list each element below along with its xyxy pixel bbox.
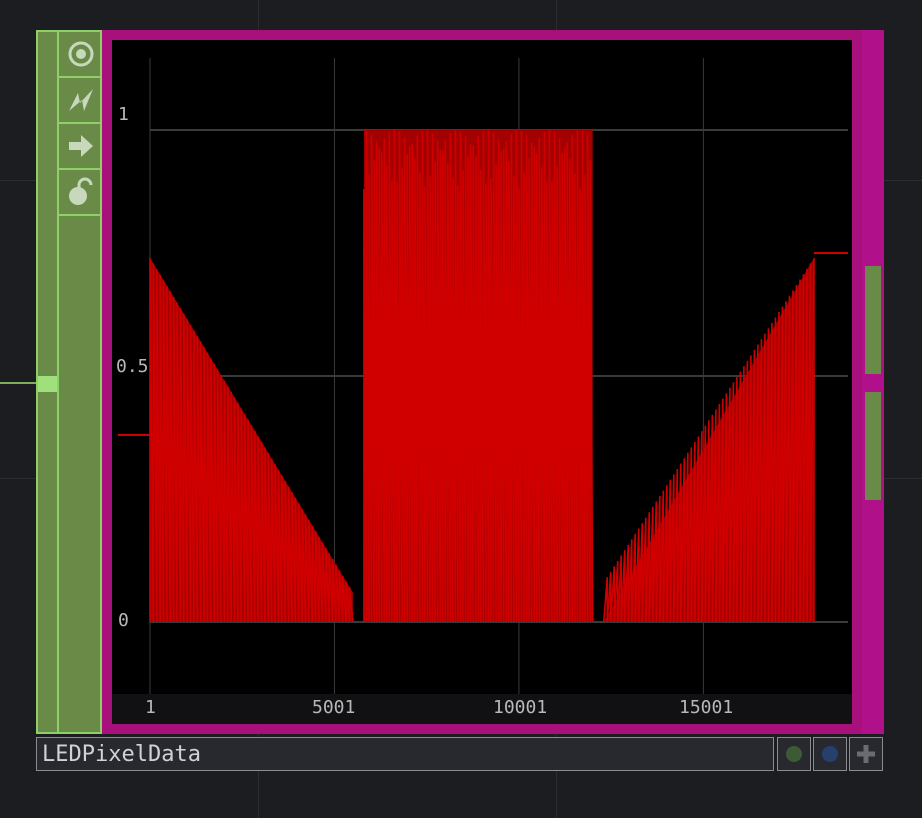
chop-viewer-plot[interactable]: 1 0.5 0 1 5001 10001 15001 — [112, 40, 852, 724]
output-connector-1[interactable] — [865, 266, 881, 374]
bypass-button[interactable] — [59, 124, 102, 170]
add-button[interactable] — [849, 737, 883, 771]
y-tick-label: 0 — [118, 610, 129, 631]
input-wire — [0, 382, 38, 384]
channel-chart — [118, 58, 848, 694]
plus-icon — [857, 745, 875, 763]
y-tick-label: 1 — [118, 104, 129, 125]
x-tick-label: 5001 — [312, 697, 356, 718]
cook-icon — [68, 89, 93, 111]
y-tick-label: 0.5 — [116, 356, 149, 377]
operator-left-strip — [36, 30, 102, 734]
input-connector[interactable] — [38, 376, 57, 392]
x-tick-label: 15001 — [679, 697, 734, 718]
x-tick-label: 10001 — [493, 697, 548, 718]
x-tick-label: 1 — [145, 697, 156, 718]
display-flag-icon — [786, 746, 802, 762]
display-flag-button[interactable] — [777, 737, 811, 771]
lock-icon — [68, 177, 92, 205]
viewer-active-button[interactable] — [59, 32, 102, 78]
render-flag-button[interactable] — [813, 737, 847, 771]
operator-right-strip — [862, 30, 884, 734]
lock-button[interactable] — [59, 170, 102, 216]
output-connector-2[interactable] — [865, 392, 881, 500]
cook-button[interactable] — [59, 78, 102, 124]
operator-name-field[interactable]: LEDPixelData — [36, 737, 774, 771]
bypass-arrow-icon — [68, 135, 93, 157]
viewer-active-icon — [68, 41, 93, 67]
render-flag-icon — [822, 746, 838, 762]
